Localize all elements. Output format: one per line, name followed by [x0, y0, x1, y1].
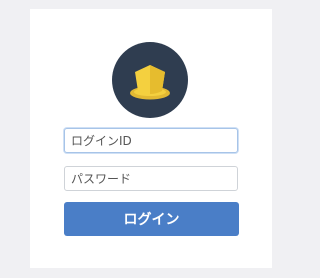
- password-input[interactable]: [64, 166, 238, 191]
- login-card: ログイン: [30, 9, 272, 268]
- login-id-input[interactable]: [64, 128, 238, 153]
- app-logo: [112, 42, 188, 118]
- login-button[interactable]: ログイン: [64, 202, 239, 236]
- yellow-hat-icon: [130, 65, 170, 100]
